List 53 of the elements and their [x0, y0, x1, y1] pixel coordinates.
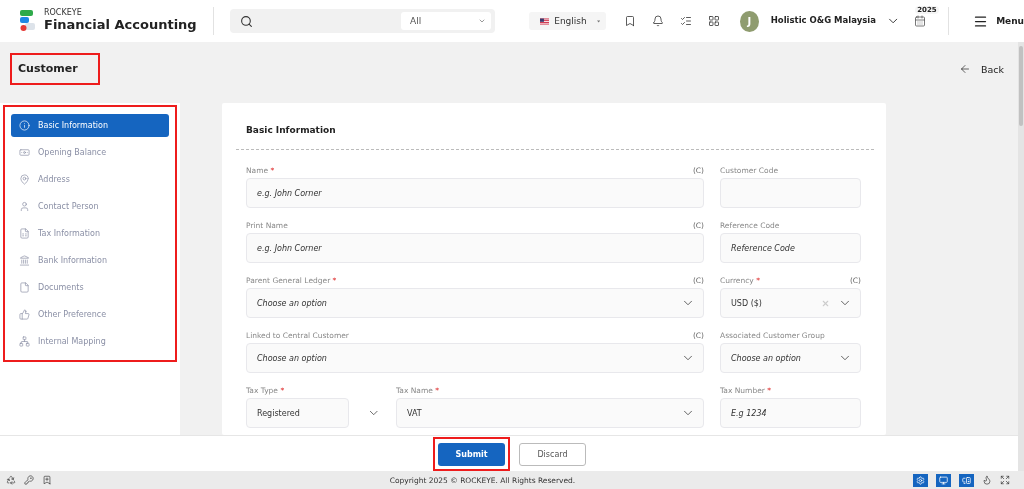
flag-icon	[540, 16, 550, 26]
key-icon[interactable]	[24, 475, 34, 485]
input-field[interactable]: Reference Code	[720, 233, 861, 263]
section-icon	[19, 120, 30, 131]
section-icon	[19, 255, 30, 266]
brand-caption: ROCKEYE	[44, 9, 83, 19]
company-name[interactable]: Holistic O&G Malaysia	[770, 15, 876, 27]
checklist-icon[interactable]	[680, 15, 692, 27]
app-title: Financial Accounting	[44, 18, 197, 33]
recycle-icon[interactable]	[6, 475, 16, 485]
section-icon	[19, 336, 30, 347]
bookmark-icon[interactable]	[42, 475, 52, 485]
select-field[interactable]: Registered	[246, 398, 349, 428]
menu-icon	[973, 13, 989, 29]
bell-icon[interactable]	[652, 15, 664, 27]
section-heading: Basic Information	[246, 125, 337, 135]
section-icon	[19, 309, 30, 320]
menu-button[interactable]: Menu	[973, 13, 1024, 29]
grid-icon[interactable]	[708, 15, 720, 27]
caret-icon	[596, 19, 600, 23]
expand-icon[interactable]	[1000, 475, 1010, 485]
input-field[interactable]: e.g. John Corner	[246, 178, 704, 208]
input-field[interactable]: E.g 1234	[720, 398, 861, 428]
section-icon	[19, 201, 30, 212]
language-dropdown[interactable]: English	[529, 12, 606, 30]
input-field[interactable]: e.g. John Corner	[246, 233, 704, 263]
section-icon	[19, 228, 30, 239]
display-button[interactable]	[959, 473, 974, 487]
scope-dropdown[interactable]: All	[401, 12, 491, 30]
section-icon	[19, 147, 30, 158]
scrollbar[interactable]	[1018, 42, 1024, 471]
select-field[interactable]: Choose an option	[720, 343, 861, 373]
page-title: Customer	[12, 55, 98, 83]
discard-button[interactable]: Discard	[519, 442, 586, 466]
select-field[interactable]: USD ($)	[720, 288, 861, 318]
select-field[interactable]: Choose an option	[246, 343, 704, 373]
select-field[interactable]: VAT	[396, 398, 704, 428]
arrow-left-icon	[958, 63, 971, 75]
sidebar-item[interactable]: Basic Information	[11, 114, 169, 137]
flame-icon[interactable]	[982, 475, 992, 485]
search-icon	[239, 14, 253, 28]
logo-icon	[20, 10, 36, 32]
back-link[interactable]: Back	[958, 63, 1004, 75]
section-icon	[19, 174, 30, 185]
section-icon	[19, 282, 30, 293]
calendar-icon[interactable]	[914, 15, 927, 27]
bookmark-icon[interactable]	[624, 15, 636, 27]
monitor-button[interactable]	[936, 473, 951, 487]
select-field[interactable]: Choose an option	[246, 288, 704, 318]
caret-icon	[478, 17, 486, 25]
submit-button[interactable]: Submit	[438, 442, 505, 466]
settings-button[interactable]	[913, 473, 928, 487]
search-field[interactable]: All	[229, 9, 495, 33]
